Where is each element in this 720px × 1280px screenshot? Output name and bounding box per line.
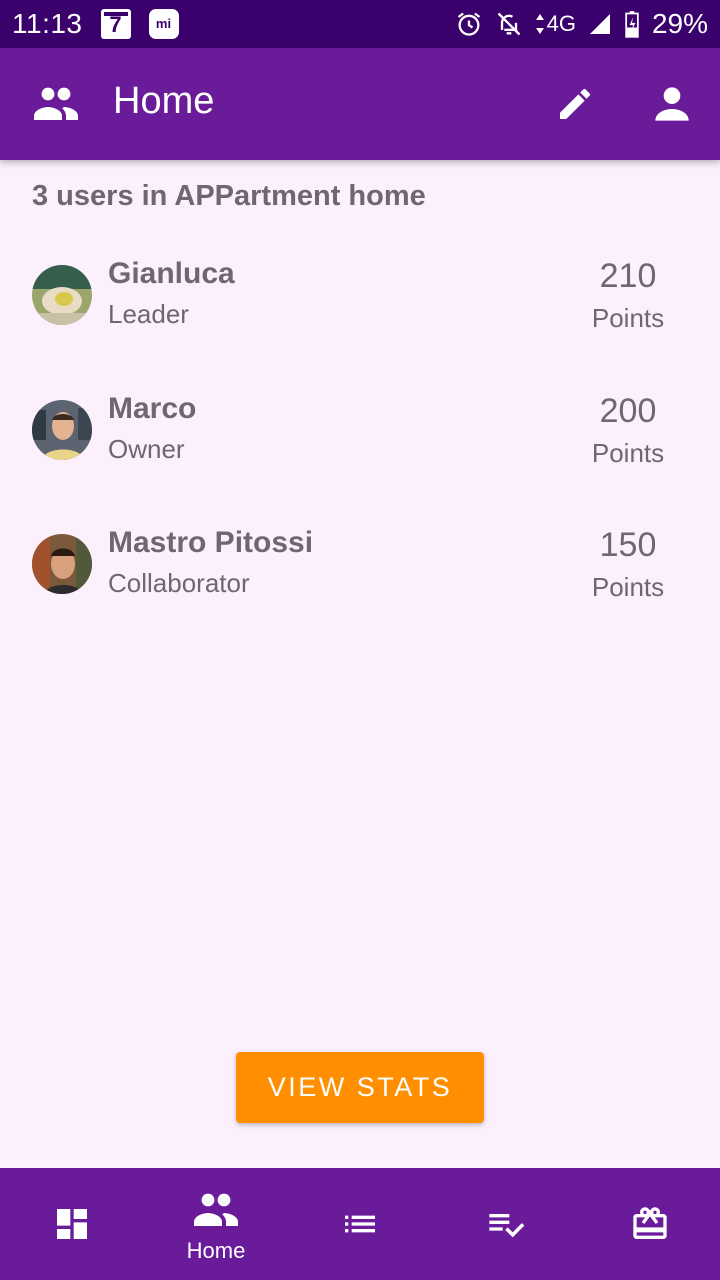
page-title: Home <box>113 80 215 122</box>
nav-item-home[interactable]: Home <box>144 1168 288 1280</box>
edit-icon[interactable] <box>555 84 595 124</box>
list-icon <box>345 1215 375 1233</box>
app-bar: Home <box>0 48 720 160</box>
mi-icon: mi <box>148 9 179 39</box>
calendar-icon: 7 <box>100 9 131 39</box>
user-row[interactable]: Marco Owner 200 Points <box>0 392 720 510</box>
user-row[interactable]: Gianluca Leader 210 Points <box>0 257 720 375</box>
network-type: 4G <box>546 11 576 36</box>
user-name: Mastro Pitossi <box>108 526 314 559</box>
user-points-label: Points <box>591 438 665 468</box>
person-icon[interactable] <box>652 84 692 124</box>
nav-label-home: Home <box>186 1238 246 1263</box>
user-name: Gianluca <box>108 257 235 290</box>
user-points: 200 <box>599 392 657 430</box>
user-row[interactable]: Mastro Pitossi Collaborator 150 Points <box>0 526 720 644</box>
playlist-check-icon <box>489 1214 525 1238</box>
user-name: Marco <box>108 392 197 425</box>
user-points: 210 <box>599 257 657 295</box>
notifications-off-icon <box>497 12 520 36</box>
status-bar: 11:13 7 mi 4G 29% <box>0 0 720 48</box>
user-points-label: Points <box>591 572 665 602</box>
nav-item-rewards[interactable] <box>576 1168 720 1280</box>
battery-icon <box>625 11 639 38</box>
avatar <box>32 534 92 594</box>
user-role: Leader <box>108 299 189 329</box>
data-arrows-icon <box>535 14 544 34</box>
nav-item-dashboard[interactable] <box>0 1168 144 1280</box>
network-label: 4G <box>535 11 576 37</box>
status-time: 11:13 <box>12 8 83 39</box>
alarm-icon <box>457 12 480 36</box>
status-right: 4G 29% <box>455 8 708 40</box>
signal-icon <box>589 14 610 34</box>
view-stats-button[interactable]: VIEW STATS <box>236 1052 484 1123</box>
battery-percent: 29% <box>651 8 708 39</box>
users-count-heading: 3 users in APPartment home <box>32 180 426 212</box>
nav-item-list[interactable] <box>288 1168 432 1280</box>
gift-card-icon <box>633 1207 667 1239</box>
user-role: Owner <box>108 434 185 464</box>
user-role: Collaborator <box>108 568 250 598</box>
user-points: 150 <box>599 526 657 564</box>
dashboard-icon <box>57 1209 87 1239</box>
nav-item-tasks[interactable] <box>432 1168 576 1280</box>
avatar <box>32 265 92 325</box>
group-icon[interactable] <box>32 84 80 124</box>
user-points-label: Points <box>591 303 665 333</box>
group-icon <box>194 1193 238 1226</box>
bottom-nav: Home <box>0 1168 720 1280</box>
status-left: 11:13 7 mi <box>12 8 179 40</box>
avatar <box>32 400 92 460</box>
